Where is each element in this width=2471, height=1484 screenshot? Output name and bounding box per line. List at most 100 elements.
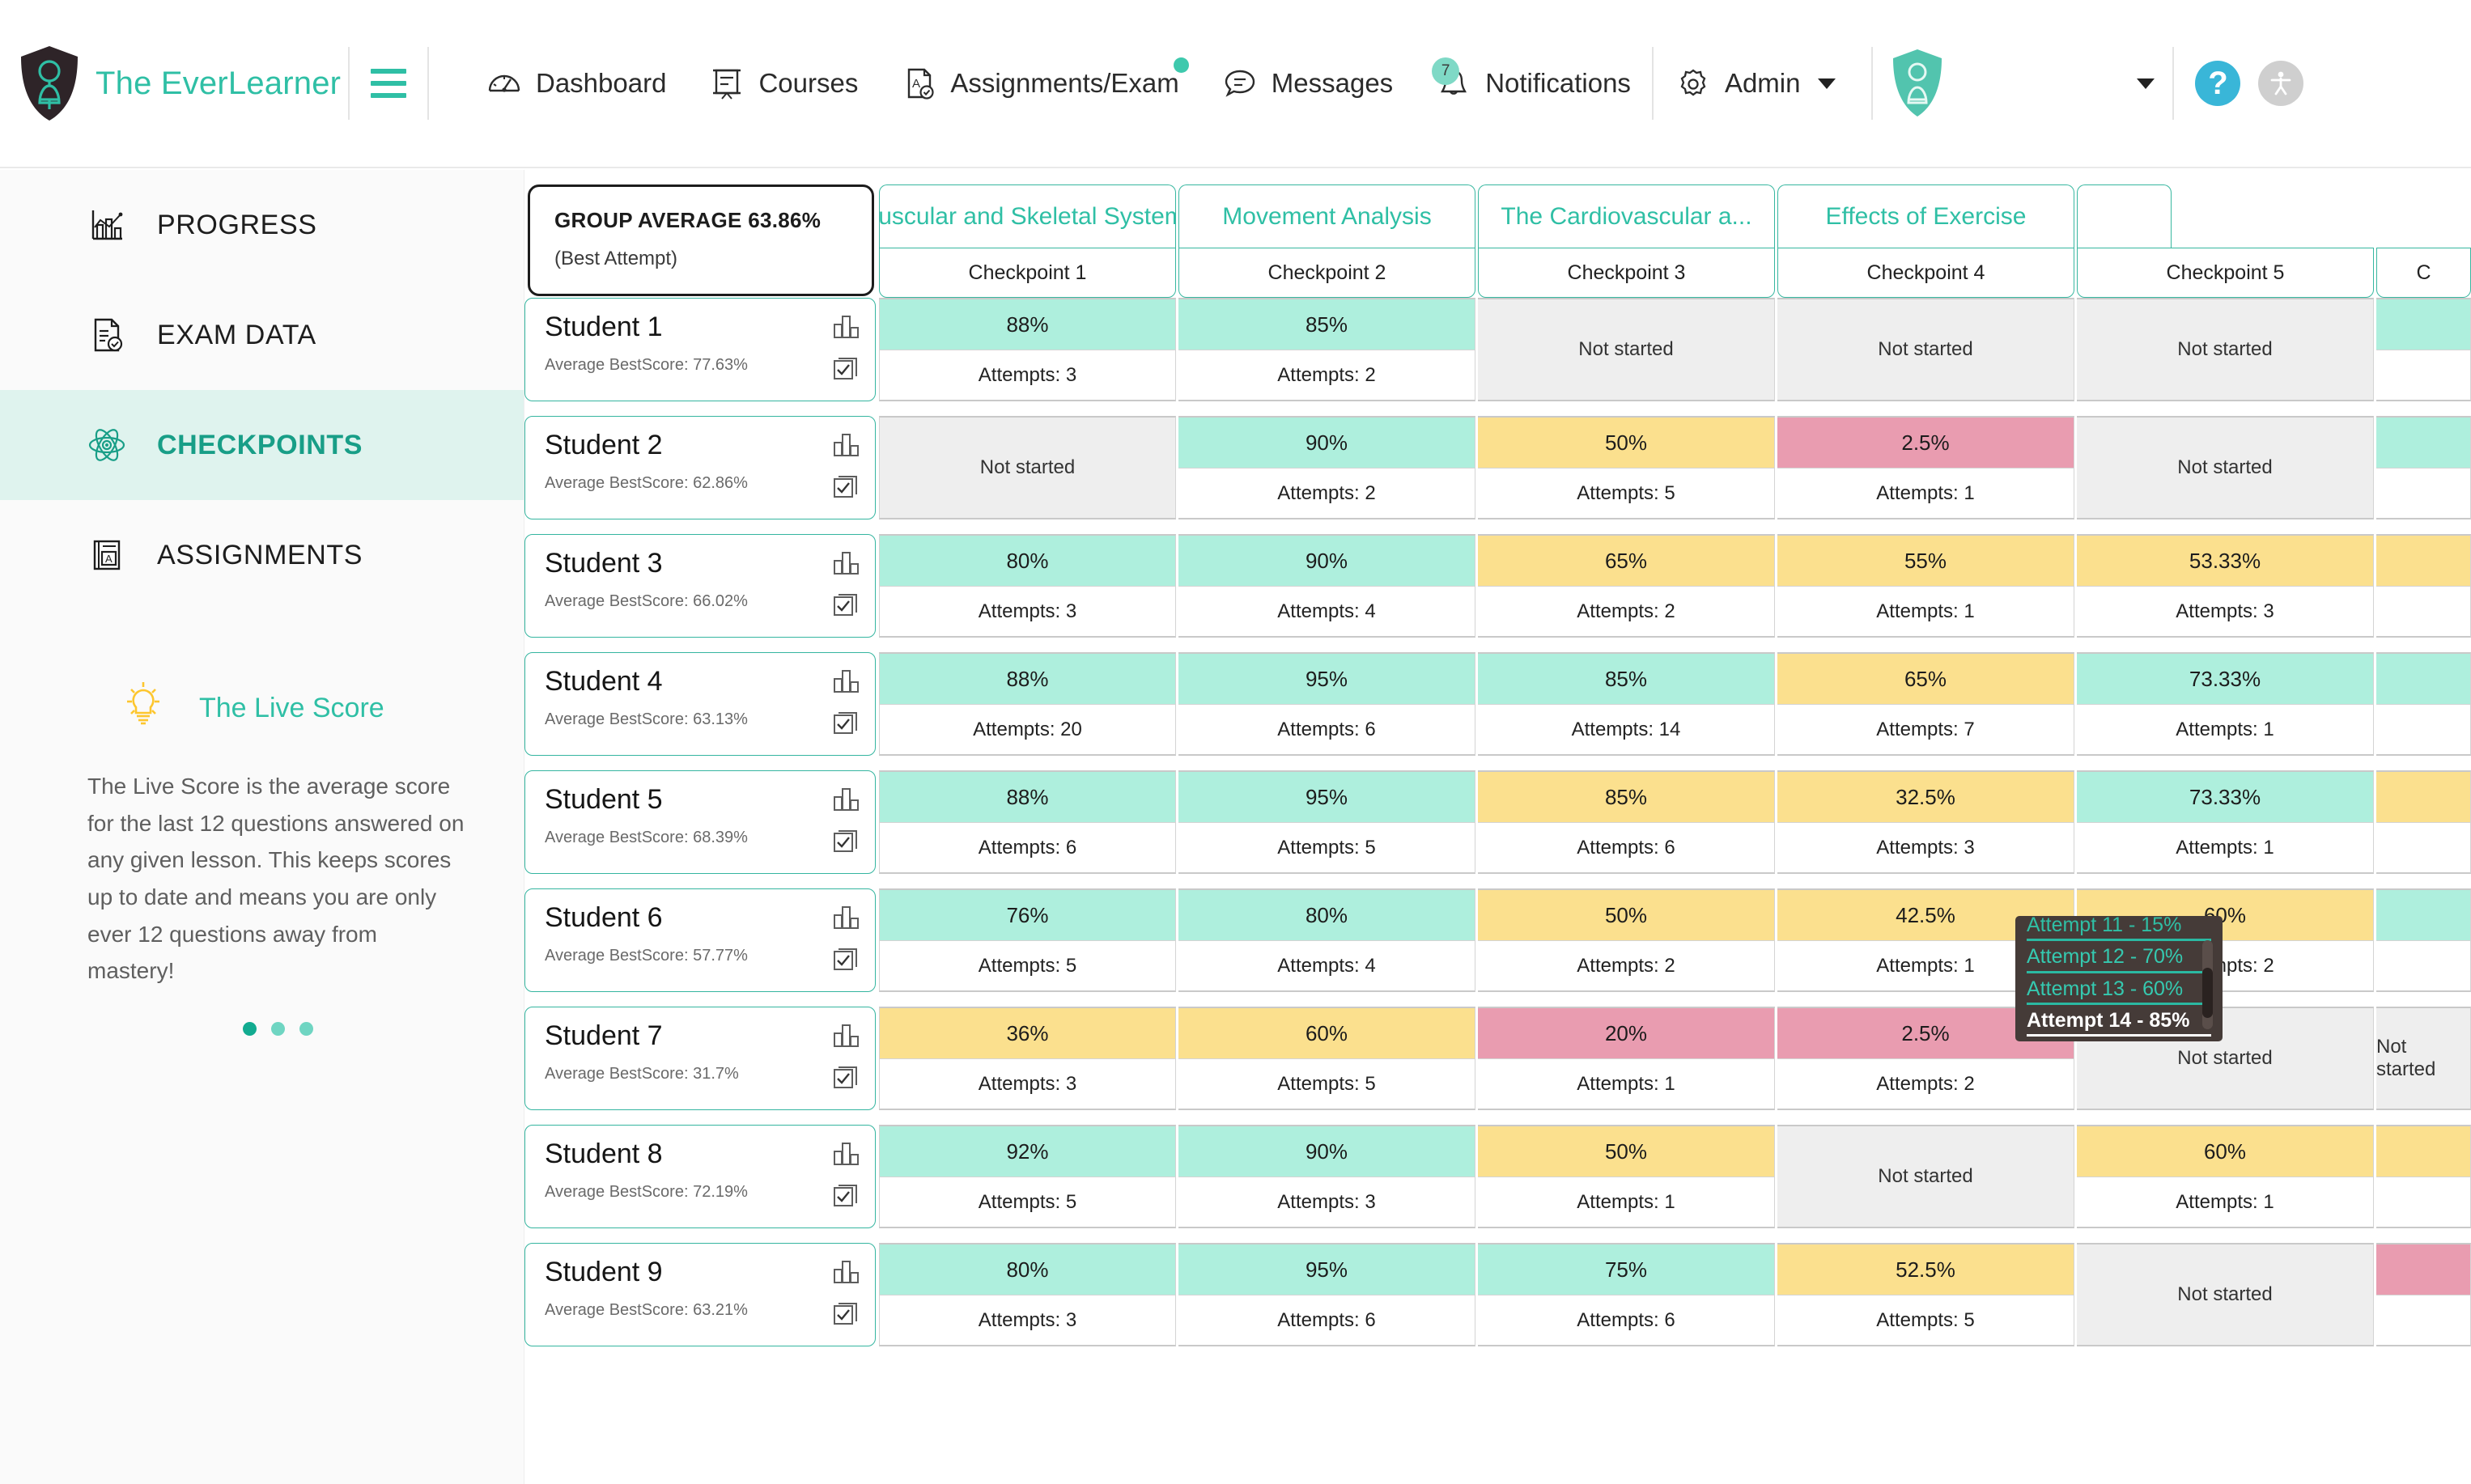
checkpoint-score-cell[interactable]: 80% Attempts: 4	[1178, 888, 1475, 992]
student-checklist-icon[interactable]	[833, 829, 860, 859]
student-checklist-icon[interactable]	[833, 1183, 860, 1213]
checkpoint-score-cell[interactable]: Not started	[1777, 1125, 2074, 1228]
checkpoint-header-cell[interactable]: C	[2376, 248, 2471, 298]
unit-header-cell[interactable]: Effects of Exercise	[1777, 184, 2074, 248]
student-bar-chart-icon[interactable]	[833, 431, 860, 461]
student-name-cell[interactable]: Student 2 Average BestScore: 62.86%	[524, 416, 876, 519]
checkpoint-score-cell[interactable]: 36% Attempts: 3	[879, 1007, 1176, 1110]
carousel-dot[interactable]	[299, 1021, 313, 1036]
student-bar-chart-icon[interactable]	[833, 786, 860, 816]
checkpoint-score-cell[interactable]: 92% Attempts: 5	[879, 1125, 1176, 1228]
student-checklist-icon[interactable]	[833, 592, 860, 622]
checkpoint-header-cell[interactable]: Checkpoint 4	[1777, 248, 2074, 298]
checkpoint-score-cell[interactable]: 50% Attempts: 5	[1478, 416, 1775, 519]
checkpoint-score-cell[interactable]: Not started	[2077, 416, 2374, 519]
tooltip-attempt-line[interactable]: Attempt 13 - 60%	[2027, 973, 2211, 1005]
checkpoint-score-cell[interactable]: 55% Attempts: 1	[1777, 534, 2074, 638]
checkpoint-score-cell[interactable]: 52.5% Attempts: 5	[1777, 1243, 2074, 1346]
checkpoint-score-cell[interactable]: 76% Attempts: 5	[879, 888, 1176, 992]
checkpoint-score-cell[interactable]: Not started	[879, 416, 1176, 519]
nav-item-assignments-exam[interactable]: A Assignments/Exam	[879, 45, 1199, 122]
checkpoint-score-cell[interactable]: Not started	[2077, 298, 2374, 401]
checkpoint-score-cell[interactable]: 50% Attempts: 2	[1478, 888, 1775, 992]
checkpoint-score-cell[interactable]: Not started	[2376, 1007, 2471, 1110]
accessibility-button[interactable]	[2258, 61, 2304, 106]
live-score-carousel-dots[interactable]	[87, 1021, 468, 1036]
checkpoint-score-cell[interactable]	[2376, 1243, 2471, 1346]
student-checklist-icon[interactable]	[833, 947, 860, 977]
checkpoint-score-cell[interactable]: 65% Attempts: 7	[1777, 652, 2074, 756]
checkpoint-score-cell[interactable]: 60% Attempts: 5	[1178, 1007, 1475, 1110]
sidebar-item-checkpoints[interactable]: CHECKPOINTS	[0, 390, 524, 500]
student-name-cell[interactable]: Student 4 Average BestScore: 63.13%	[524, 652, 876, 756]
checkpoint-score-cell[interactable]: 60% Attempts: 1	[2077, 1125, 2374, 1228]
checkpoint-score-cell[interactable]: 65% Attempts: 2	[1478, 534, 1775, 638]
student-bar-chart-icon[interactable]	[833, 668, 860, 697]
student-checklist-icon[interactable]	[833, 1065, 860, 1095]
checkpoint-score-cell[interactable]: 80% Attempts: 3	[879, 534, 1176, 638]
checkpoint-score-cell[interactable]	[2376, 534, 2471, 638]
checkpoint-score-cell[interactable]: 90% Attempts: 3	[1178, 1125, 1475, 1228]
checkpoint-score-cell[interactable]	[2376, 888, 2471, 992]
user-account-dropdown[interactable]	[1873, 45, 2172, 122]
menu-toggle-button[interactable]	[350, 45, 427, 122]
student-name-cell[interactable]: Student 5 Average BestScore: 68.39%	[524, 770, 876, 874]
nav-item-courses[interactable]: Courses	[687, 45, 879, 122]
student-name-cell[interactable]: Student 7 Average BestScore: 31.7%	[524, 1007, 876, 1110]
checkpoint-score-cell[interactable]: 88% Attempts: 3	[879, 298, 1176, 401]
checkpoint-score-cell[interactable]: Not started	[2077, 1243, 2374, 1346]
checkpoint-score-cell[interactable]: 90% Attempts: 2	[1178, 416, 1475, 519]
checkpoint-score-cell[interactable]	[2376, 652, 2471, 756]
checkpoint-header-cell[interactable]: Checkpoint 3	[1478, 248, 1775, 298]
tooltip-scrollbar-thumb[interactable]	[2202, 968, 2213, 1018]
student-bar-chart-icon[interactable]	[833, 1022, 860, 1052]
checkpoint-score-cell[interactable]	[2376, 1125, 2471, 1228]
checkpoint-score-cell[interactable]: 90% Attempts: 4	[1178, 534, 1475, 638]
tooltip-attempt-line[interactable]: Attempt 11 - 15%	[2027, 916, 2211, 942]
checkpoint-score-cell[interactable]	[2376, 416, 2471, 519]
checkpoint-header-cell[interactable]: Checkpoint 5	[2077, 248, 2374, 298]
student-bar-chart-icon[interactable]	[833, 313, 860, 343]
carousel-dot[interactable]	[270, 1021, 285, 1036]
unit-header-cell[interactable]: Movement Analysis	[1178, 184, 1475, 248]
checkpoint-score-cell[interactable]: 85% Attempts: 6	[1478, 770, 1775, 874]
checkpoint-score-cell[interactable]	[2376, 770, 2471, 874]
student-checklist-icon[interactable]	[833, 1301, 860, 1331]
checkpoint-score-cell[interactable]: 73.33% Attempts: 1	[2077, 770, 2374, 874]
checkpoint-score-cell[interactable]: 95% Attempts: 6	[1178, 652, 1475, 756]
checkpoint-score-cell[interactable]: Not started	[1478, 298, 1775, 401]
unit-header-cell[interactable]: Muscular and Skeletal Systems	[879, 184, 1176, 248]
checkpoint-score-cell[interactable]: 53.33% Attempts: 3	[2077, 534, 2374, 638]
student-checklist-icon[interactable]	[833, 474, 860, 504]
nav-item-dashboard[interactable]: Dashboard	[465, 45, 687, 122]
checkpoint-score-cell[interactable]: 20% Attempts: 1	[1478, 1007, 1775, 1110]
checkpoint-score-cell[interactable]: 95% Attempts: 6	[1178, 1243, 1475, 1346]
student-checklist-icon[interactable]	[833, 710, 860, 740]
sidebar-item-progress[interactable]: PROGRESS	[0, 170, 524, 280]
student-bar-chart-icon[interactable]	[833, 1258, 860, 1288]
checkpoint-score-cell[interactable]: 88% Attempts: 6	[879, 770, 1176, 874]
student-bar-chart-icon[interactable]	[833, 549, 860, 579]
student-bar-chart-icon[interactable]	[833, 904, 860, 934]
checkpoint-score-cell[interactable]: 85% Attempts: 2	[1178, 298, 1475, 401]
student-name-cell[interactable]: Student 3 Average BestScore: 66.02%	[524, 534, 876, 638]
tooltip-attempt-line[interactable]: Attempt 12 - 70%	[2027, 941, 2211, 973]
checkpoint-score-cell[interactable]: 50% Attempts: 1	[1478, 1125, 1775, 1228]
checkpoint-score-cell[interactable]: 73.33% Attempts: 1	[2077, 652, 2374, 756]
tooltip-attempt-line[interactable]: Attempt 14 - 85%	[2027, 1005, 2211, 1037]
student-name-cell[interactable]: Student 9 Average BestScore: 63.21%	[524, 1243, 876, 1346]
student-checklist-icon[interactable]	[833, 356, 860, 386]
checkpoint-score-cell[interactable]: 88% Attempts: 20	[879, 652, 1176, 756]
checkpoint-score-cell[interactable]: 2.5% Attempts: 1	[1777, 416, 2074, 519]
checkpoint-header-cell[interactable]: Checkpoint 2	[1178, 248, 1475, 298]
student-bar-chart-icon[interactable]	[833, 1140, 860, 1170]
checkpoint-score-cell[interactable]	[2376, 298, 2471, 401]
nav-item-messages[interactable]: Messages	[1200, 45, 1414, 122]
checkpoint-score-cell[interactable]: 80% Attempts: 3	[879, 1243, 1176, 1346]
carousel-dot-active[interactable]	[242, 1021, 257, 1036]
checkpoint-score-cell[interactable]: 75% Attempts: 6	[1478, 1243, 1775, 1346]
student-name-cell[interactable]: Student 8 Average BestScore: 72.19%	[524, 1125, 876, 1228]
checkpoint-score-cell[interactable]: Not started	[1777, 298, 2074, 401]
student-name-cell[interactable]: Student 6 Average BestScore: 57.77%	[524, 888, 876, 992]
nav-item-admin[interactable]: Admin	[1654, 45, 1857, 122]
